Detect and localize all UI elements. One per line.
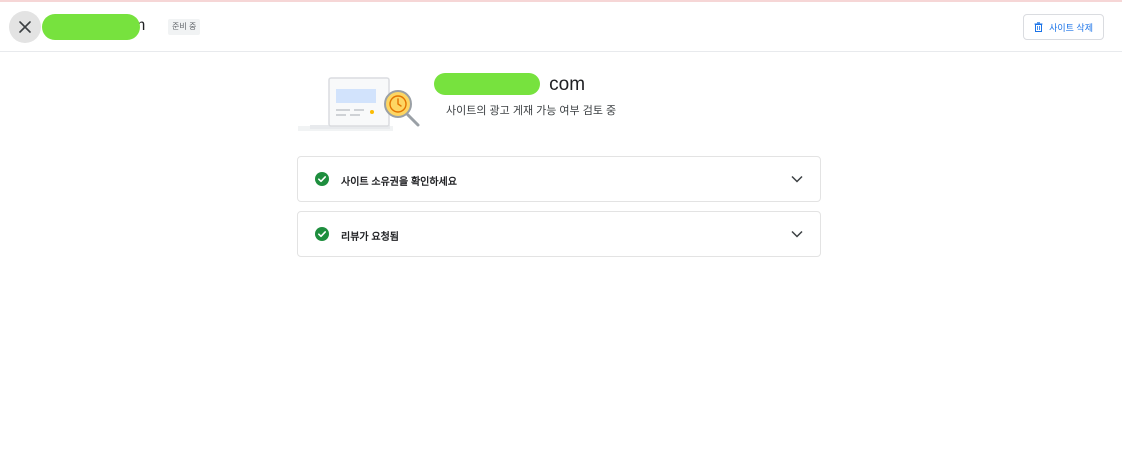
- delete-site-label: 사이트 삭제: [1049, 22, 1093, 33]
- review-status-text: 사이트의 광고 게재 가능 여부 검토 중: [446, 105, 617, 117]
- check-circle-icon: [315, 227, 329, 241]
- step-label: 사이트 소유권을 확인하세요: [341, 177, 457, 188]
- close-icon: [19, 21, 31, 33]
- page-header: m 준비 중 사이트 삭제: [0, 2, 1122, 52]
- status-badge: 준비 중: [168, 19, 201, 35]
- close-button[interactable]: [9, 11, 41, 43]
- trash-icon: [1034, 22, 1043, 32]
- step-label: 리뷰가 요청됨: [341, 232, 399, 243]
- redaction-mark: [434, 73, 540, 95]
- step-card-verify-ownership[interactable]: 사이트 소유권을 확인하세요: [297, 156, 821, 202]
- chevron-down-icon[interactable]: [790, 227, 804, 241]
- site-review-illustration-icon: [298, 77, 420, 131]
- redaction-mark: [42, 14, 140, 40]
- step-card-review-requested[interactable]: 리뷰가 요청됨: [297, 211, 821, 257]
- site-domain-suffix: com: [549, 74, 586, 95]
- chevron-down-icon[interactable]: [790, 172, 804, 186]
- check-circle-icon: [315, 172, 329, 186]
- delete-site-button[interactable]: 사이트 삭제: [1023, 14, 1104, 40]
